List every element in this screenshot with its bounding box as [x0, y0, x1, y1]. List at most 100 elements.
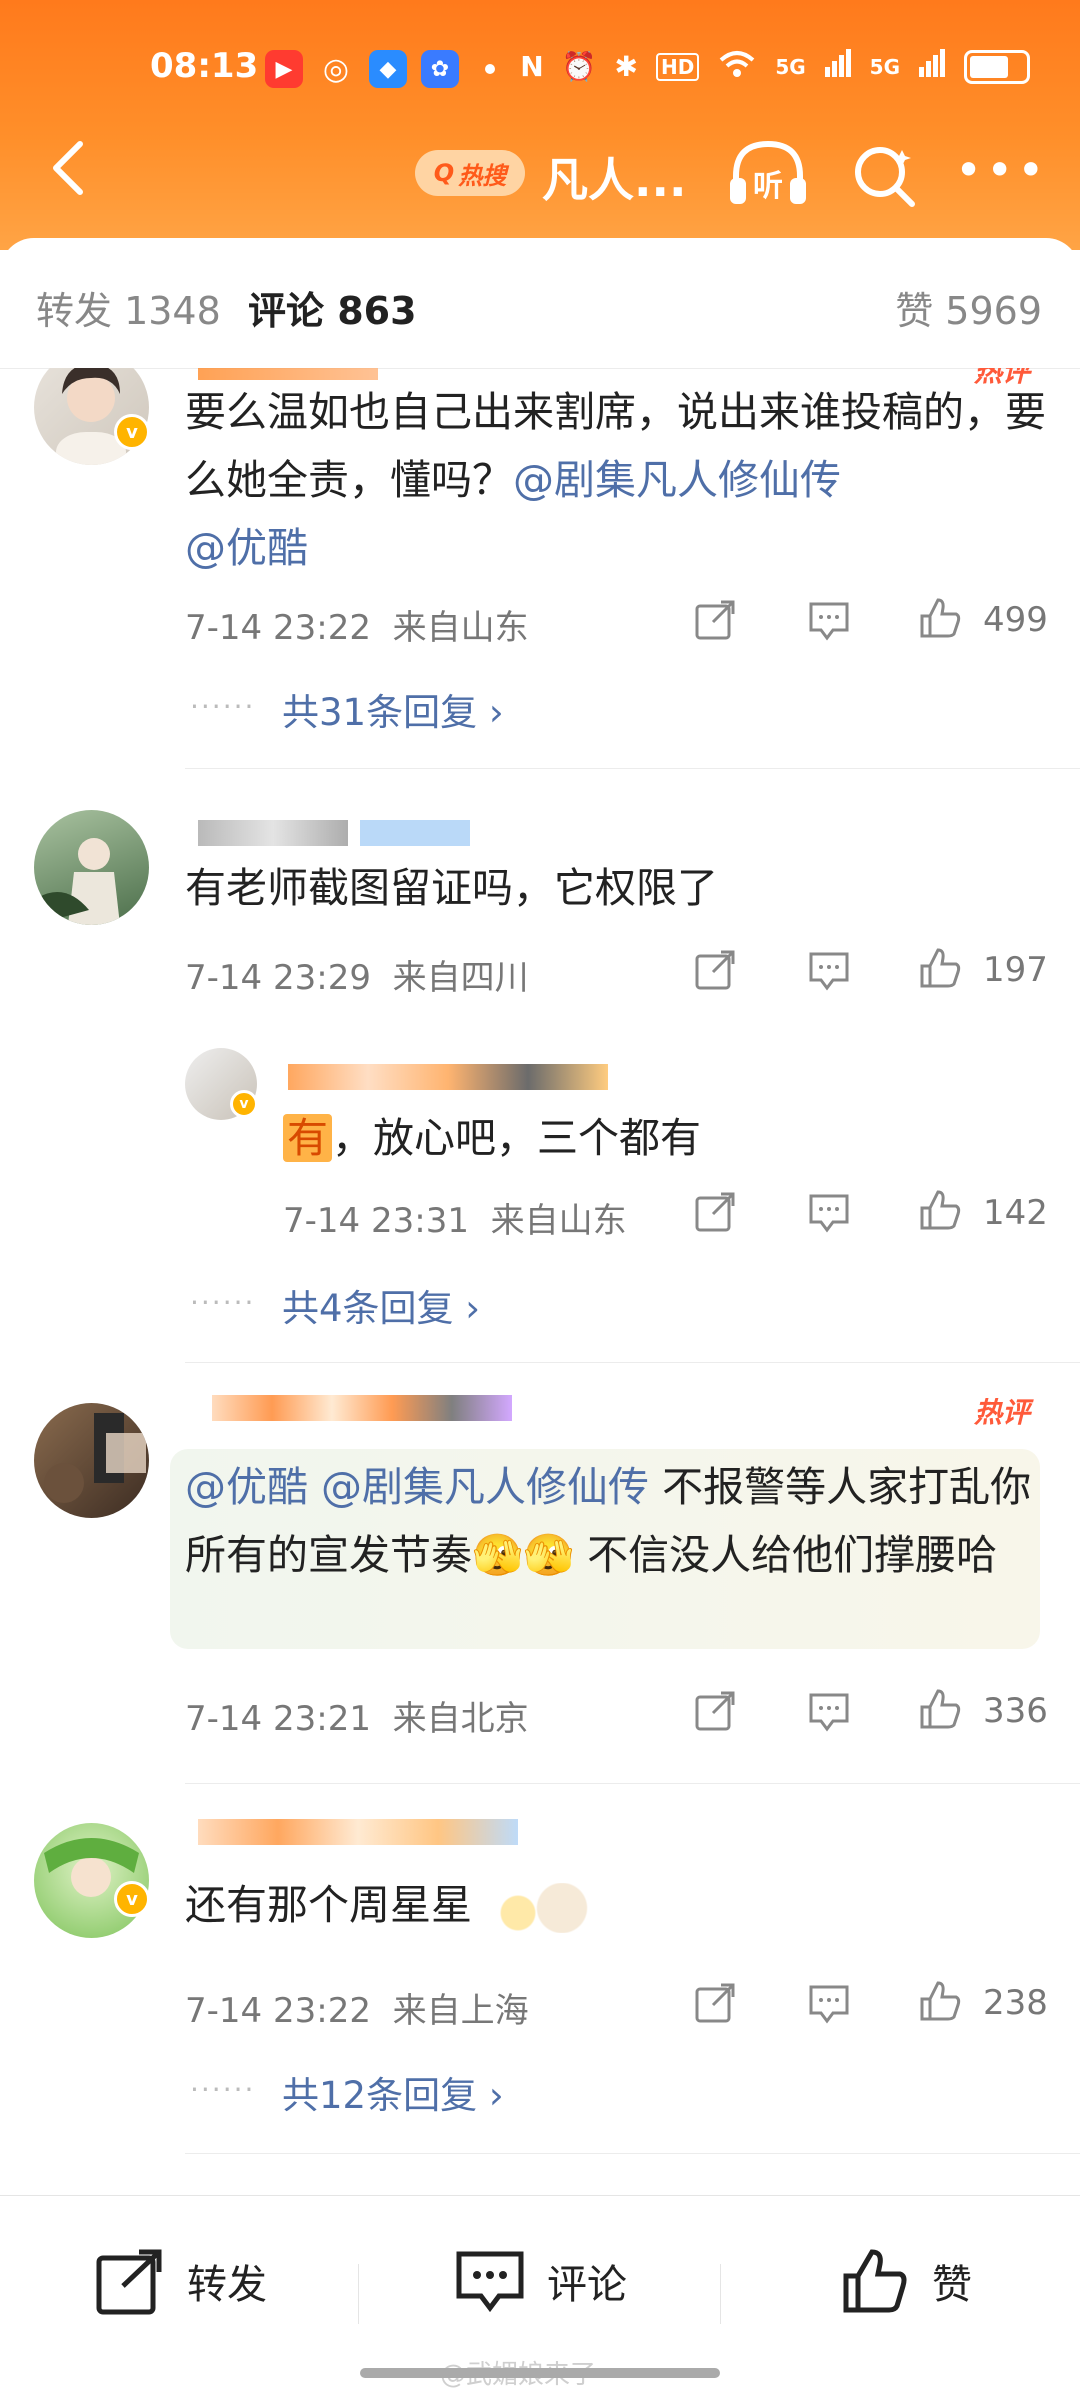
status-time: 08:13	[150, 46, 259, 86]
username-redacted[interactable]	[288, 1064, 608, 1090]
sticker-image	[485, 1883, 596, 1933]
more-replies-link[interactable]: 共4条回复 ›	[282, 1278, 480, 1332]
hot-search-label: 热搜	[458, 161, 507, 190]
verified-badge-icon: v	[114, 1881, 150, 1917]
comment-meta: 7-14 23:22 来自山东	[185, 600, 529, 649]
like-icon[interactable]	[918, 596, 962, 640]
share-icon[interactable]	[693, 948, 737, 992]
tab-repost[interactable]: 转发 1348	[36, 280, 221, 335]
reply-dots: ······	[190, 2073, 256, 2106]
comment-time: 7-14 23:29	[185, 958, 371, 998]
comment-time: 7-14 23:22	[185, 608, 371, 648]
home-indicator[interactable]	[360, 2368, 720, 2378]
comment-item: 热评 @优酷 @剧集凡人修仙传 不报警等人家打乱你所有的宣发节奏🫣🫣 不信没人给…	[0, 1363, 1080, 1784]
status-app-icons: ▶ ◎ ◆ ✿	[265, 50, 495, 88]
more-replies-link[interactable]: 共12条回复 ›	[282, 2065, 504, 2119]
repost-label: 转发	[187, 2262, 267, 2308]
comment-icon	[456, 2251, 524, 2313]
share-icon[interactable]	[693, 1689, 737, 1733]
hd-icon: HD	[655, 52, 700, 81]
mention-link[interactable]: @优酷	[185, 1463, 308, 1511]
reply-icon[interactable]	[807, 948, 851, 992]
app-header: 08:13 ▶ ◎ ◆ ✿ N ⏰ ✱ HD 5G 5G Q 热搜 凡人... …	[0, 0, 1080, 250]
mention-link[interactable]: @剧集凡人修仙传	[321, 1463, 649, 1511]
comment-item: v 热评 要么温如也自己出来割席，说出来谁投稿的，要么她全责，懂吗？@剧集凡人修…	[0, 368, 1080, 769]
reply-dots: ······	[190, 690, 256, 723]
battery-icon	[964, 49, 1030, 84]
share-icon[interactable]	[693, 598, 737, 642]
comment-button[interactable]: 评论	[455, 2246, 627, 2316]
nav-bar: Q 热搜 凡人... 听 •••	[0, 130, 1080, 220]
comment-meta: 7-14 23:21 来自北京	[185, 1691, 529, 1740]
comment-meta: 7-14 23:22 来自上海	[185, 1983, 529, 2032]
comment-text: @优酷 @剧集凡人修仙传 不报警等人家打乱你所有的宣发节奏🫣🫣 不信没人给他们撑…	[185, 1453, 1055, 1589]
signal-2-icon	[918, 49, 946, 84]
comment-time: 7-14 23:22	[185, 1991, 371, 2031]
avatar[interactable]	[34, 810, 149, 925]
reply-body: ，放心吧，三个都有	[332, 1114, 701, 1162]
reply-icon[interactable]	[807, 1689, 851, 1733]
reply-icon[interactable]	[807, 1981, 851, 2025]
more-replies-link[interactable]: 共31条回复 ›	[282, 682, 504, 736]
search-small-icon: Q	[433, 159, 455, 187]
reply-icon[interactable]	[807, 1190, 851, 1234]
like-icon[interactable]	[918, 1979, 962, 2023]
comment-body: 不信没人给他们撑腰哈	[574, 1531, 998, 1579]
back-arrow-icon[interactable]	[40, 138, 100, 198]
nfc-icon: N	[520, 50, 544, 83]
reply-location: 来自山东	[490, 1201, 627, 1241]
like-count: 238	[983, 1983, 1048, 2023]
tab-likes[interactable]: 赞 5969	[895, 280, 1042, 335]
divider	[185, 2153, 1080, 2154]
like-icon[interactable]	[918, 1188, 962, 1232]
wechat-icon: ◎	[322, 51, 350, 87]
comment-location: 来自北京	[392, 1699, 529, 1739]
repost-button[interactable]: 转发	[95, 2246, 267, 2316]
comment-text: 要么温如也自己出来割席，说出来谁投稿的，要么她全责，懂吗？@剧集凡人修仙传 @优…	[185, 378, 1055, 582]
like-button[interactable]: 赞	[840, 2246, 972, 2316]
listen-icon[interactable]: 听	[728, 138, 808, 208]
comment-item: v 还有那个周星星 7-14 23:22 来自上海 238 ······ 共12…	[0, 1783, 1080, 2183]
comment-text: 还有那个周星星	[185, 1871, 1055, 1939]
tab-bar: 转发 1348 评论 863 赞 5969	[0, 238, 1080, 369]
signal-2-label: 5G	[869, 54, 900, 79]
divider	[358, 2264, 359, 2324]
verified-badge-icon: v	[230, 1090, 258, 1118]
page-title[interactable]: 凡人...	[542, 144, 686, 210]
signal-1-icon	[824, 49, 852, 84]
share-icon[interactable]	[693, 1190, 737, 1234]
share-icon[interactable]	[693, 1981, 737, 2025]
like-count: 499	[983, 600, 1048, 640]
browser-icon: ◆	[369, 50, 407, 88]
reply-icon[interactable]	[807, 598, 851, 642]
comment-list[interactable]: v 热评 要么温如也自己出来割席，说出来谁投稿的，要么她全责，懂吗？@剧集凡人修…	[0, 368, 1080, 2238]
repost-icon	[96, 2249, 162, 2315]
search-icon[interactable]	[850, 142, 918, 210]
username-redacted[interactable]	[198, 820, 348, 846]
username-redacted[interactable]	[212, 1395, 512, 1421]
hot-search-pill[interactable]: Q 热搜	[415, 150, 525, 196]
mention-link[interactable]: @优酷	[185, 524, 308, 572]
tab-comments[interactable]: 评论 863	[248, 280, 417, 335]
video-app-icon: ▶	[265, 50, 303, 88]
like-icon[interactable]	[918, 946, 962, 990]
wifi-icon	[717, 48, 757, 85]
username-redacted[interactable]	[198, 1819, 518, 1845]
status-bar: 08:13 ▶ ◎ ◆ ✿ N ⏰ ✱ HD 5G 5G	[0, 40, 1080, 100]
status-indicators: N ⏰ ✱ HD 5G 5G	[520, 48, 1030, 85]
more-options-icon[interactable]: •••	[955, 147, 1048, 193]
comment-meta: 7-14 23:29 来自四川	[185, 950, 529, 999]
mention-link[interactable]: @剧集凡人修仙传	[513, 456, 841, 504]
alarm-icon: ⏰	[561, 50, 597, 83]
reply-dots: ······	[190, 1286, 256, 1319]
comment-body: 还有那个周星星	[185, 1881, 472, 1929]
baidu-icon: ✿	[421, 50, 459, 88]
bluetooth-icon: ✱	[614, 50, 638, 83]
verified-badge-icon: v	[114, 414, 150, 450]
comment-text: 有老师截图留证吗，它权限了	[185, 864, 718, 912]
divider	[720, 2264, 721, 2324]
emoji-icon: 🫣🫣	[472, 1531, 575, 1579]
like-icon[interactable]	[918, 1687, 962, 1731]
avatar[interactable]	[34, 1403, 149, 1518]
comment-label: 评论	[547, 2262, 627, 2308]
